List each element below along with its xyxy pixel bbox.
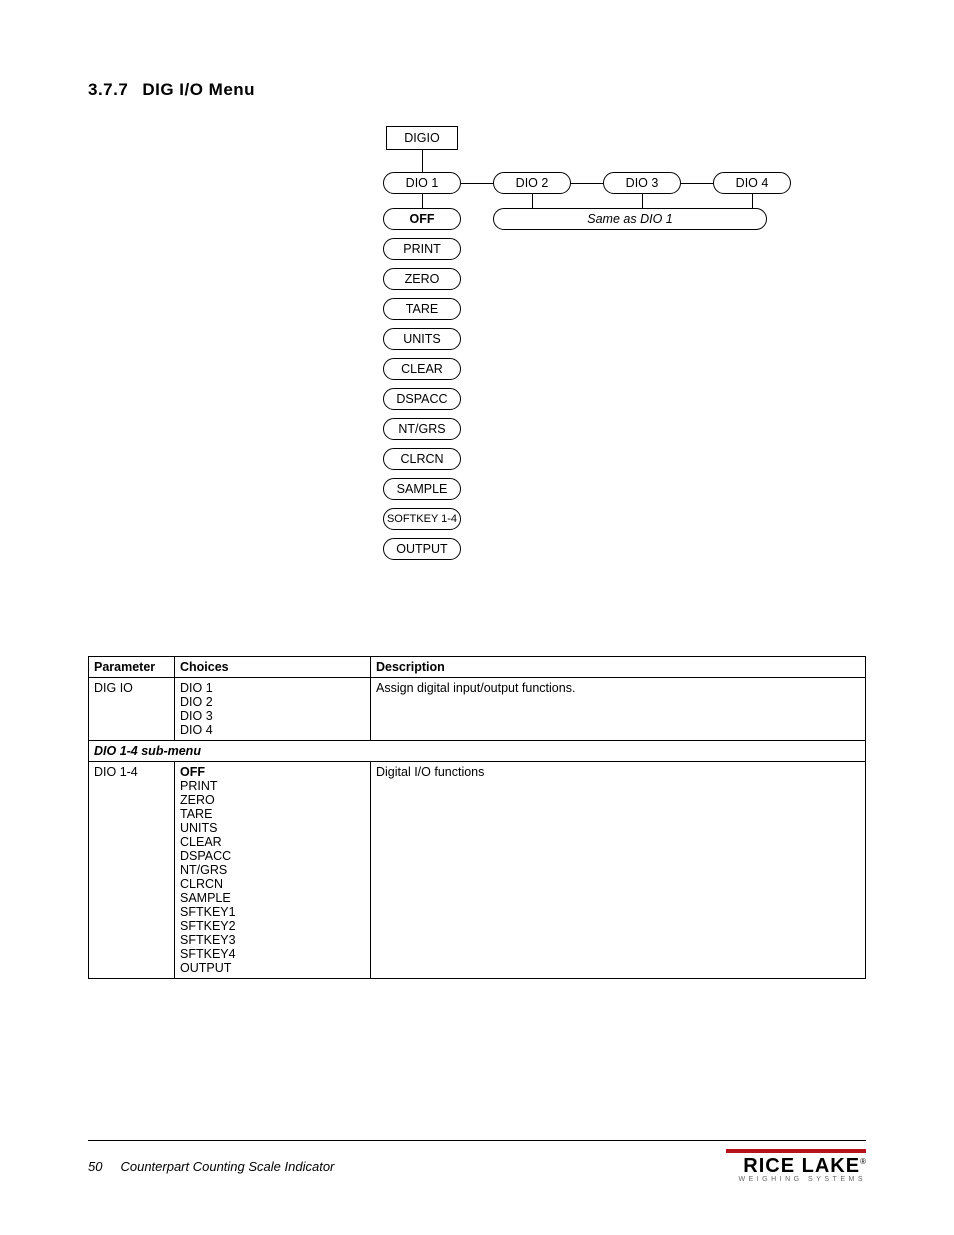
th-choices: Choices xyxy=(175,657,371,678)
diagram-opt-ntgrs: NT/GRS xyxy=(383,418,461,440)
diagram-opt-off: OFF xyxy=(383,208,461,230)
diagram-root: DIGIO xyxy=(386,126,458,150)
diagram-opt-clrcn: CLRCN xyxy=(383,448,461,470)
cell-param: DIG IO xyxy=(89,678,175,741)
diagram-dio1: DIO 1 xyxy=(383,172,461,194)
diagram-opt-clear: CLEAR xyxy=(383,358,461,380)
table-row: DIG IO DIO 1 DIO 2 DIO 3 DIO 4 Assign di… xyxy=(89,678,866,741)
diagram-opt-print: PRINT xyxy=(383,238,461,260)
diagram-opt-output: OUTPUT xyxy=(383,538,461,560)
section-heading: 3.7.7 DIG I/O Menu xyxy=(88,80,866,100)
cell-choices: DIO 1 DIO 2 DIO 3 DIO 4 xyxy=(175,678,371,741)
table-row: DIO 1-4 OFF PRINT ZERO TARE UNITS CLEAR … xyxy=(89,762,866,979)
diagram-opt-sample: SAMPLE xyxy=(383,478,461,500)
section-title: DIG I/O Menu xyxy=(142,80,255,99)
diagram-dio2: DIO 2 xyxy=(493,172,571,194)
diagram-opt-zero: ZERO xyxy=(383,268,461,290)
cell-choices: OFF PRINT ZERO TARE UNITS CLEAR DSPACC N… xyxy=(175,762,371,979)
doc-title: Counterpart Counting Scale Indicator xyxy=(120,1159,334,1174)
diagram-same-as: Same as DIO 1 xyxy=(493,208,767,230)
diagram-opt-tare: TARE xyxy=(383,298,461,320)
rice-lake-logo: RICE LAKE® WEIGHING SYSTEMS xyxy=(726,1149,866,1183)
cell-desc: Assign digital input/output functions. xyxy=(371,678,866,741)
menu-diagram: DIGIO DIO 1 DIO 2 DIO 3 DIO 4 Same as DI… xyxy=(177,126,777,596)
th-description: Description xyxy=(371,657,866,678)
cell-desc: Digital I/O functions xyxy=(371,762,866,979)
diagram-opt-dspacc: DSPACC xyxy=(383,388,461,410)
th-parameter: Parameter xyxy=(89,657,175,678)
page-footer: 50 Counterpart Counting Scale Indicator R… xyxy=(88,1140,866,1183)
cell-param: DIO 1-4 xyxy=(89,762,175,979)
table-subheader: DIO 1-4 sub-menu xyxy=(89,741,866,762)
diagram-opt-softkey: SOFTKEY 1-4 xyxy=(383,508,461,530)
diagram-opt-units: UNITS xyxy=(383,328,461,350)
diagram-dio3: DIO 3 xyxy=(603,172,681,194)
parameter-table: Parameter Choices Description DIG IO DIO… xyxy=(88,656,866,979)
diagram-dio4: DIO 4 xyxy=(713,172,791,194)
footer-text: 50 Counterpart Counting Scale Indicator xyxy=(88,1159,334,1174)
page-number: 50 xyxy=(88,1159,102,1174)
section-number: 3.7.7 xyxy=(88,80,128,99)
